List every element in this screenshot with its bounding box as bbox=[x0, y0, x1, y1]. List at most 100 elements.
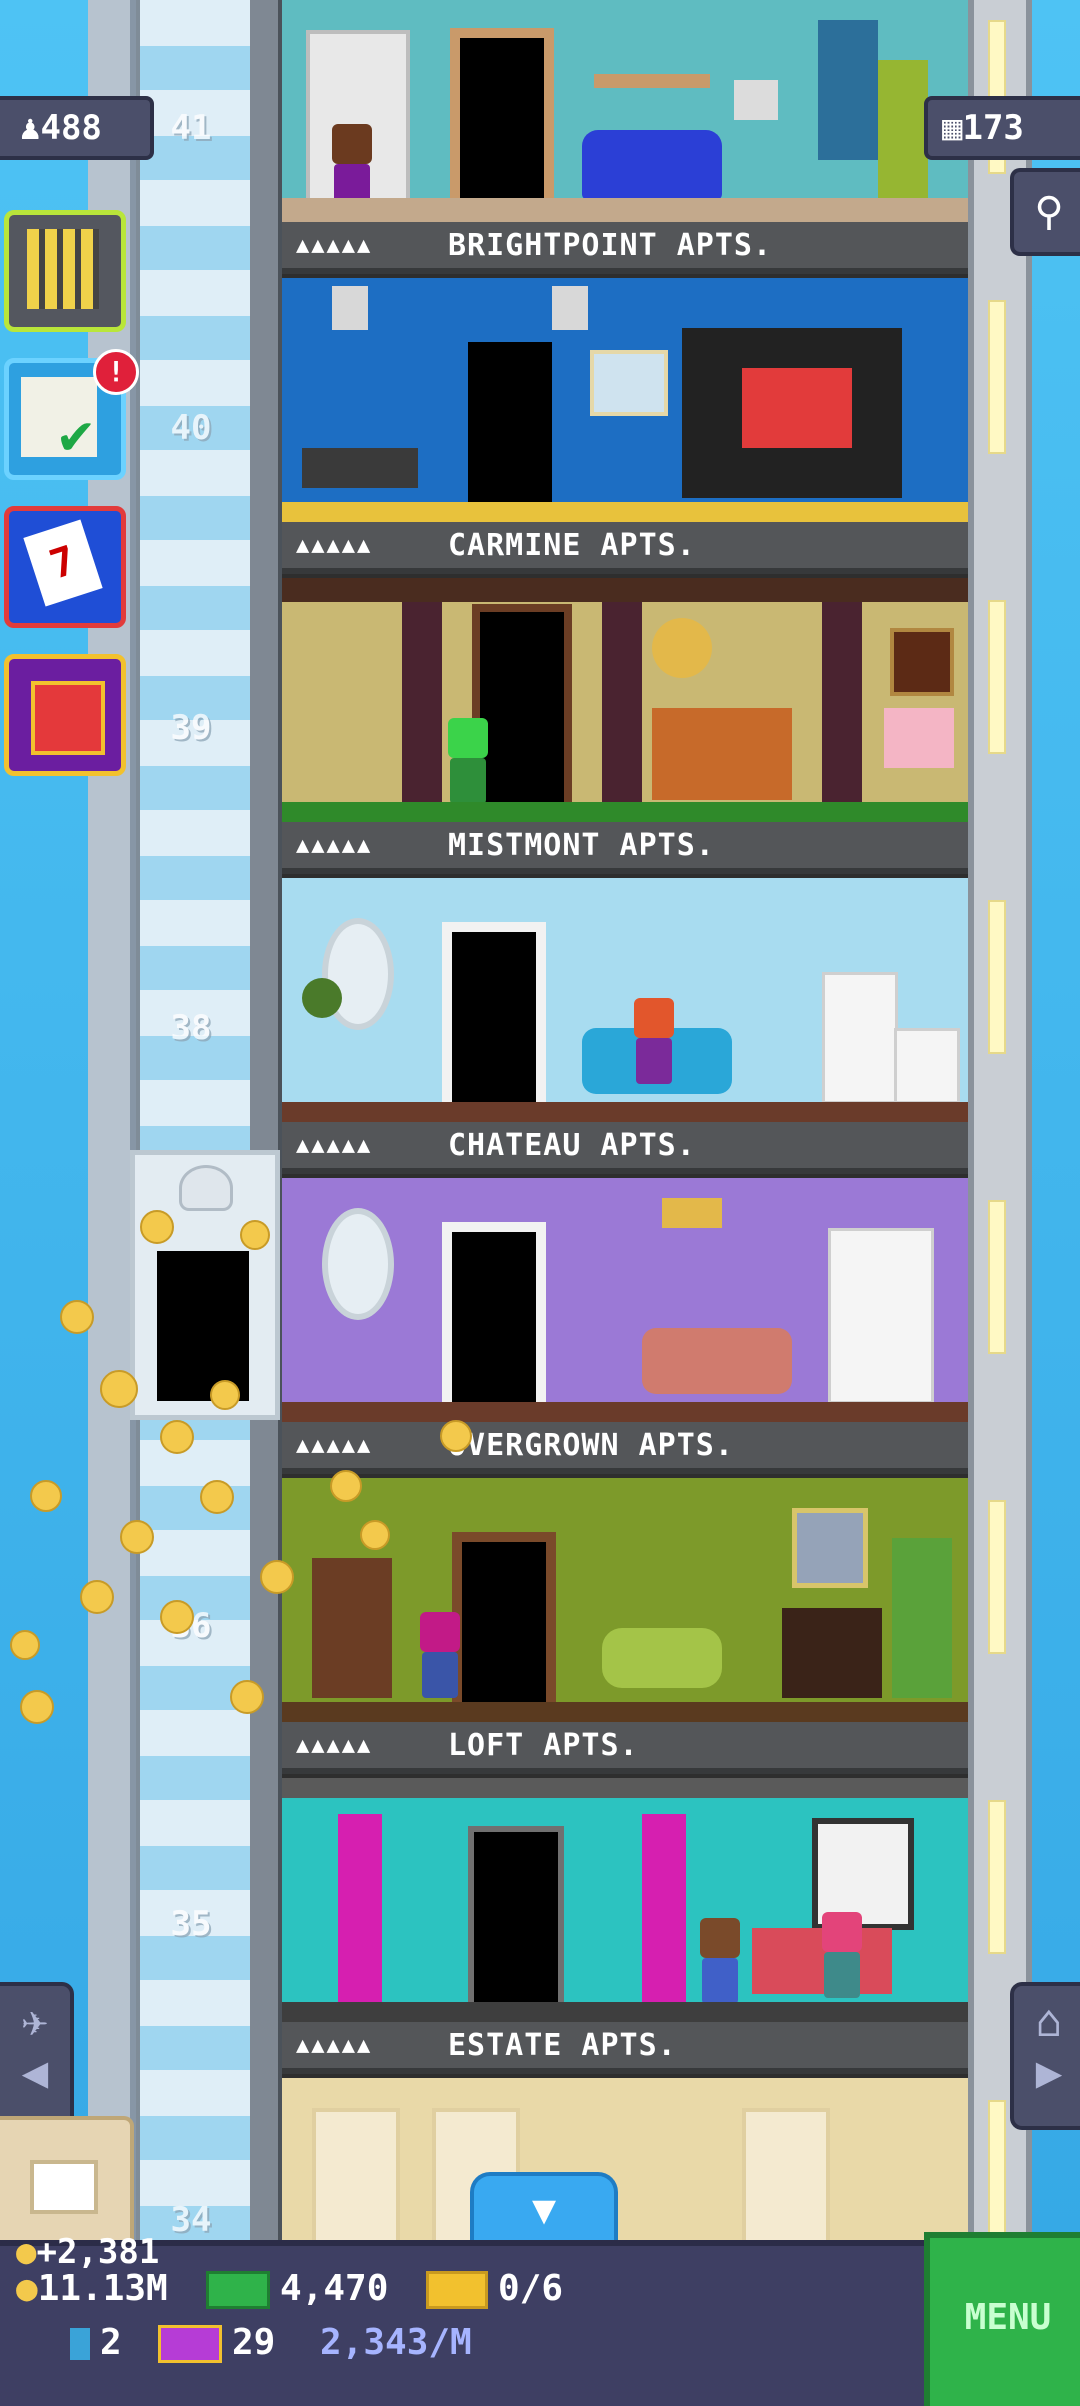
floor-stars: ▲▲▲▲▲ bbox=[296, 533, 373, 558]
elevator-icon bbox=[70, 2328, 90, 2360]
wall-painting bbox=[792, 1508, 868, 1588]
calendar-button[interactable]: 7 bbox=[4, 506, 126, 628]
floor-room[interactable] bbox=[282, 0, 968, 222]
apartment-door[interactable] bbox=[442, 922, 546, 1102]
bux-balance[interactable]: 4,470 bbox=[206, 2268, 388, 2309]
population-counter[interactable]: ♟488 bbox=[0, 96, 154, 160]
shaft-left-wall bbox=[88, 0, 136, 2240]
floor-lamp bbox=[734, 80, 778, 120]
sofa bbox=[642, 1328, 792, 1394]
floor-room[interactable] bbox=[282, 874, 968, 1126]
tower-window bbox=[988, 300, 1006, 454]
gift-button[interactable] bbox=[4, 654, 126, 776]
coin-particle bbox=[60, 1300, 94, 1334]
apartment-door[interactable] bbox=[450, 28, 554, 198]
tower-window bbox=[988, 2100, 1006, 2254]
dining-table bbox=[302, 448, 418, 488]
resident[interactable] bbox=[816, 1912, 868, 1998]
floor-room[interactable] bbox=[282, 574, 968, 826]
stove bbox=[894, 1028, 960, 1104]
resident[interactable] bbox=[414, 1612, 466, 1698]
vip-counter[interactable]: 0/6 bbox=[426, 2268, 563, 2309]
go-lobby-button[interactable]: ✈ ◀ bbox=[0, 1982, 74, 2130]
resident[interactable] bbox=[628, 998, 680, 1084]
elevator-count[interactable]: 2 bbox=[70, 2322, 122, 2363]
floor-counter[interactable]: ▦173 bbox=[924, 96, 1080, 160]
tower-window bbox=[988, 900, 1006, 1054]
pig bbox=[884, 708, 954, 768]
ceiling-rail bbox=[282, 1778, 968, 1798]
home-icon: ⌂ bbox=[1035, 1996, 1063, 2047]
floor-room[interactable] bbox=[282, 1174, 968, 1426]
floor-room[interactable] bbox=[282, 1774, 968, 2026]
chevron-down-icon: ▼ bbox=[531, 2187, 557, 2233]
go-roof-button[interactable]: ⌂ ▶ bbox=[1010, 1982, 1080, 2130]
population-value: 488 bbox=[40, 108, 102, 148]
floor-number-41: 41 bbox=[170, 108, 212, 148]
floor-number-39: 39 bbox=[170, 708, 212, 748]
shaft-rail bbox=[250, 0, 282, 2240]
coin-particle bbox=[330, 1470, 362, 1502]
floor-room[interactable] bbox=[282, 2074, 968, 2244]
floor-label[interactable]: ▲▲▲▲▲ ESTATE APTS. bbox=[282, 2022, 968, 2074]
arrow-right-icon: ▶ bbox=[1035, 2047, 1063, 2098]
floor-name: MISTMONT APTS. bbox=[448, 828, 715, 863]
build-floor-button[interactable] bbox=[4, 210, 126, 332]
coin-particle bbox=[260, 1560, 294, 1594]
missions-button[interactable]: ✔ ! bbox=[4, 349, 139, 480]
scroll-down-button[interactable]: ▼ bbox=[470, 2172, 618, 2244]
resident[interactable] bbox=[694, 1918, 746, 2004]
coin-balance[interactable]: ●11.13M bbox=[16, 2268, 168, 2309]
potted-plant bbox=[892, 1538, 952, 1698]
floor-name: CARMINE APTS. bbox=[448, 528, 696, 563]
floor-room[interactable] bbox=[282, 274, 968, 526]
floor-number-40: 40 bbox=[170, 408, 212, 448]
coin-particle bbox=[240, 1220, 270, 1250]
floor-label[interactable]: ▲▲▲▲▲ BRIGHTPOINT APTS. bbox=[282, 222, 968, 274]
ceiling-lamp bbox=[332, 286, 368, 330]
tower-bux-counter[interactable]: 29 bbox=[158, 2322, 275, 2363]
fireplace bbox=[782, 1608, 882, 1698]
floor-number-34: 34 bbox=[170, 2200, 212, 2240]
floor-label[interactable]: ▲▲▲▲▲ LOFT APTS. bbox=[282, 1722, 968, 1774]
pillar bbox=[602, 602, 642, 812]
overgrown-sofa bbox=[602, 1628, 722, 1688]
apartment-door[interactable] bbox=[468, 342, 552, 502]
window-shutter bbox=[818, 20, 878, 160]
floor-label[interactable]: ▲▲▲▲▲ CHATEAU APTS. bbox=[282, 1122, 968, 1174]
floor-label[interactable]: ▲▲▲▲▲ MISTMONT APTS. bbox=[282, 822, 968, 874]
elevator-car[interactable] bbox=[130, 1150, 280, 1420]
pillar bbox=[822, 602, 862, 812]
floor-stars: ▲▲▲▲▲ bbox=[296, 233, 373, 258]
apartment-door[interactable] bbox=[468, 1826, 564, 2002]
notification-badge: ! bbox=[93, 349, 139, 395]
refrigerator bbox=[822, 972, 898, 1104]
coin-particle bbox=[160, 1420, 194, 1454]
coin-particle bbox=[30, 1480, 62, 1512]
building-icon: ▦ bbox=[942, 108, 963, 148]
floor-label[interactable]: ▲▲▲▲▲ OVERGROWN APTS. bbox=[282, 1422, 968, 1474]
floor-label[interactable]: ▲▲▲▲▲ CARMINE APTS. bbox=[282, 522, 968, 574]
coin-particle bbox=[210, 1380, 240, 1410]
building-icon bbox=[27, 229, 99, 309]
floor-stars: ▲▲▲▲▲ bbox=[296, 833, 373, 858]
tower-window bbox=[988, 1500, 1006, 1654]
menu-button[interactable]: MENU bbox=[924, 2232, 1080, 2406]
apartment-door[interactable] bbox=[442, 1222, 546, 1402]
floor-room[interactable] bbox=[282, 1474, 968, 1726]
airplane-icon: ✈ bbox=[21, 1996, 49, 2047]
tv-screen bbox=[742, 368, 852, 448]
floor-name: BRIGHTPOINT APTS. bbox=[448, 228, 773, 263]
coin-icon: ● bbox=[16, 2232, 37, 2272]
floor-number-38: 38 bbox=[170, 1008, 212, 1048]
apartment-door[interactable] bbox=[452, 1532, 556, 1702]
chandelier bbox=[652, 618, 712, 678]
coin-particle bbox=[140, 1210, 174, 1244]
coin-particle bbox=[160, 1600, 194, 1634]
coin-particle bbox=[20, 1690, 54, 1724]
coin-icon: ● bbox=[16, 2268, 38, 2309]
wall-painting bbox=[590, 350, 668, 416]
resident[interactable] bbox=[442, 718, 494, 804]
search-button[interactable]: ⚲ bbox=[1010, 168, 1080, 256]
overgrown-bookcase bbox=[312, 1558, 392, 1698]
